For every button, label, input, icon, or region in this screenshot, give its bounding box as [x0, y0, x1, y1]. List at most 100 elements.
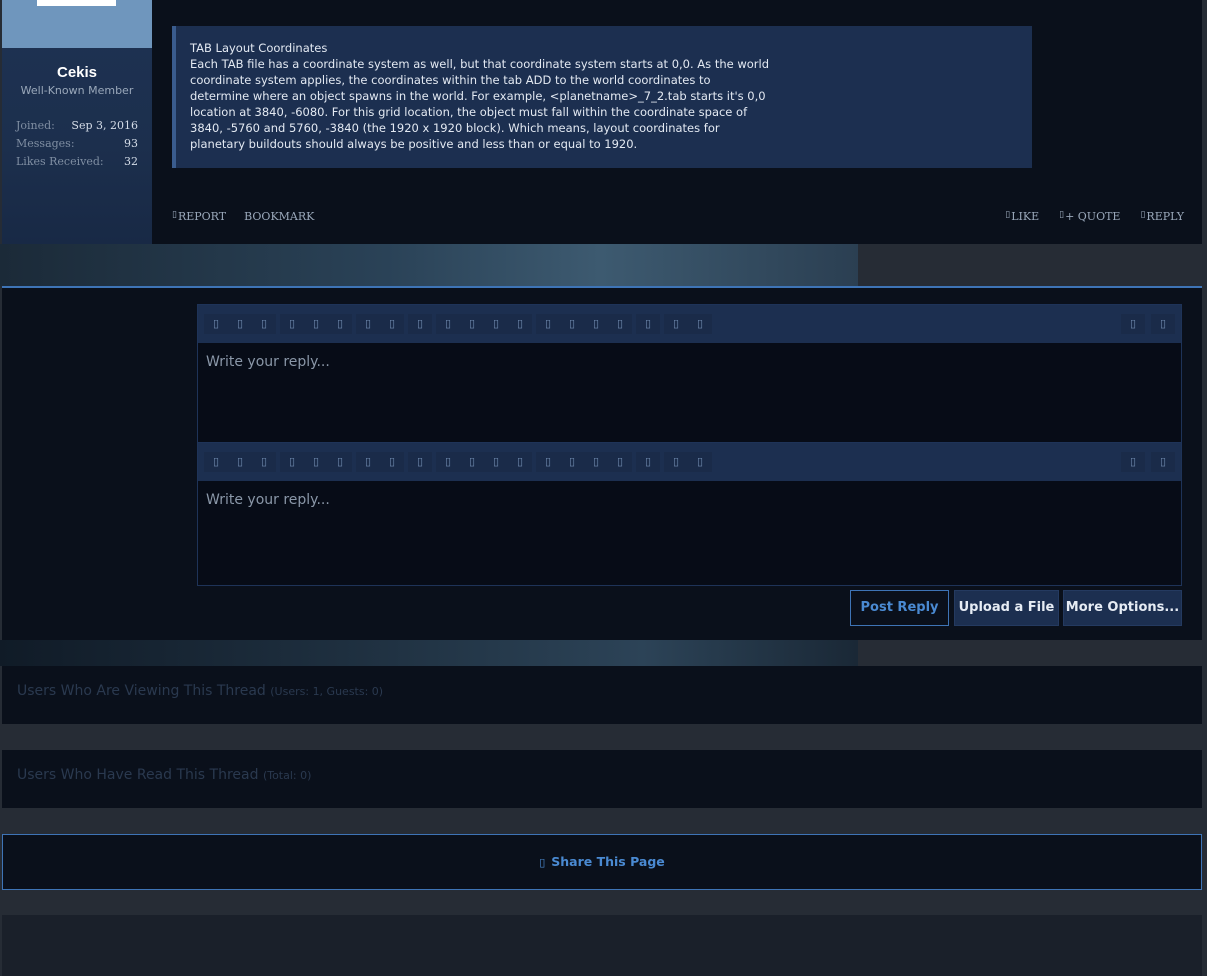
toolbar-button[interactable]: ▯	[204, 452, 228, 472]
toolbar-button[interactable]: ▯	[408, 314, 432, 334]
toolbar-button[interactable]: ▯	[688, 452, 712, 472]
quick-reply: ▯ ▯ ▯ ▯ ▯ ▯ ▯ ▯ ▯ ▯ ▯ ▯ ▯ ▯ ▯ ▯ ▯ ▯ ▯ ▯	[2, 286, 1202, 640]
users-read-title: Users Who Have Read This Thread (Total: …	[17, 767, 311, 783]
toolbar-button[interactable]: ▯	[484, 452, 508, 472]
rich-editor: ▯ ▯ ▯ ▯ ▯ ▯ ▯ ▯ ▯ ▯ ▯ ▯ ▯ ▯ ▯ ▯ ▯ ▯ ▯ ▯	[197, 442, 1182, 586]
post-actions: ▯REPORT BOOKMARK ▯LIKE ▯+ QUOTE ▯REPLY	[172, 210, 1184, 226]
quote-label: + QUOTE	[1065, 210, 1121, 223]
toolbar-button[interactable]: ▯	[636, 314, 660, 334]
users-read-block: Users Who Have Read This Thread (Total: …	[2, 750, 1202, 808]
toolbar-button[interactable]: ▯	[328, 314, 352, 334]
quote-title: TAB Layout Coordinates	[190, 41, 328, 55]
upload-file-button[interactable]: Upload a File	[954, 590, 1059, 626]
share-icon: ▯	[539, 856, 546, 869]
toolbar-button[interactable]: ▯	[380, 314, 404, 334]
report-link[interactable]: ▯REPORT	[172, 210, 226, 223]
toolbar-button[interactable]: ▯	[560, 314, 584, 334]
toolbar-button[interactable]: ▯	[436, 452, 460, 472]
quote-body: Each TAB file has a coordinate system as…	[190, 57, 770, 151]
footer-block	[2, 915, 1202, 976]
toolbar-button[interactable]: ▯	[584, 314, 608, 334]
toolbar-button[interactable]: ▯	[1151, 452, 1175, 472]
toolbar-button[interactable]: ▯	[664, 314, 688, 334]
users-viewing-title: Users Who Are Viewing This Thread (Users…	[17, 683, 383, 699]
toolbar-button[interactable]: ▯	[304, 314, 328, 334]
stat-value: Sep 3, 2016	[71, 119, 138, 132]
stat-joined: Joined: Sep 3, 2016	[16, 117, 138, 135]
message-userbit: Cekis Well-Known Member Joined: Sep 3, 2…	[2, 0, 152, 244]
toolbar-button[interactable]: ▯	[460, 314, 484, 334]
toolbar-button[interactable]: ▯	[1121, 314, 1145, 334]
toolbar-button[interactable]: ▯	[228, 314, 252, 334]
user-stats: Joined: Sep 3, 2016 Messages: 93 Likes R…	[16, 117, 138, 171]
toolbar-button[interactable]: ▯	[536, 452, 560, 472]
reply-link[interactable]: ▯REPLY	[1140, 210, 1184, 223]
toolbar-button[interactable]: ▯	[608, 314, 632, 334]
like-label: LIKE	[1011, 210, 1040, 223]
toolbar-button[interactable]: ▯	[436, 314, 460, 334]
reply-icon: ▯	[1140, 210, 1146, 220]
reply-input[interactable]: Write your reply...	[198, 481, 1181, 585]
toolbar-group-left: ▯ ▯ ▯ ▯ ▯ ▯ ▯ ▯ ▯ ▯ ▯ ▯ ▯ ▯ ▯ ▯ ▯ ▯ ▯ ▯	[204, 452, 712, 472]
toolbar-button[interactable]: ▯	[408, 452, 432, 472]
toolbar-button[interactable]: ▯	[356, 314, 380, 334]
editor-toolbar: ▯ ▯ ▯ ▯ ▯ ▯ ▯ ▯ ▯ ▯ ▯ ▯ ▯ ▯ ▯ ▯ ▯ ▯ ▯ ▯	[198, 305, 1181, 343]
toolbar-button[interactable]: ▯	[380, 452, 404, 472]
users-viewing-block: Users Who Are Viewing This Thread (Users…	[2, 666, 1202, 724]
users-viewing-count: (Users: 1, Guests: 0)	[270, 685, 384, 698]
like-link[interactable]: ▯LIKE	[1005, 210, 1039, 223]
toolbar-button[interactable]: ▯	[636, 452, 660, 472]
toolbar-button[interactable]: ▯	[664, 452, 688, 472]
toolbar-button[interactable]: ▯	[204, 314, 228, 334]
toolbar-button[interactable]: ▯	[280, 314, 304, 334]
more-options-button[interactable]: More Options...	[1063, 590, 1182, 626]
toolbar-button[interactable]: ▯	[252, 452, 276, 472]
share-page-button[interactable]: ▯ Share This Page	[2, 834, 1202, 890]
message-post: Cekis Well-Known Member Joined: Sep 3, 2…	[2, 0, 1202, 244]
stat-label: Joined:	[16, 119, 55, 132]
toolbar-button[interactable]: ▯	[328, 452, 352, 472]
toolbar-button[interactable]: ▯	[560, 452, 584, 472]
toolbar-button[interactable]: ▯	[536, 314, 560, 334]
users-read-heading: Users Who Have Read This Thread	[17, 767, 259, 783]
quote-link[interactable]: ▯+ QUOTE	[1059, 210, 1120, 223]
quote-box: TAB Layout Coordinates Each TAB file has…	[172, 26, 1032, 168]
toolbar-button[interactable]: ▯	[460, 452, 484, 472]
toolbar-button[interactable]: ▯	[584, 452, 608, 472]
toolbar-button[interactable]: ▯	[608, 452, 632, 472]
avatar[interactable]	[37, 0, 116, 6]
toolbar-button[interactable]: ▯	[688, 314, 712, 334]
like-icon: ▯	[1005, 210, 1011, 220]
toolbar-button[interactable]: ▯	[484, 314, 508, 334]
toolbar-button[interactable]: ▯	[508, 452, 532, 472]
toolbar-button[interactable]: ▯	[508, 314, 532, 334]
toolbar-group-left: ▯ ▯ ▯ ▯ ▯ ▯ ▯ ▯ ▯ ▯ ▯ ▯ ▯ ▯ ▯ ▯ ▯ ▯ ▯ ▯	[204, 314, 712, 334]
user-title: Well-Known Member	[20, 84, 134, 97]
report-label: REPORT	[177, 210, 227, 223]
stat-messages: Messages: 93	[16, 135, 138, 153]
post-reply-button[interactable]: Post Reply	[850, 590, 949, 626]
toolbar-button[interactable]: ▯	[1151, 314, 1175, 334]
report-icon: ▯	[172, 210, 177, 220]
bookmark-link[interactable]: BOOKMARK	[244, 210, 314, 223]
toolbar-group-right: ▯ ▯	[1121, 452, 1175, 472]
rich-editor: ▯ ▯ ▯ ▯ ▯ ▯ ▯ ▯ ▯ ▯ ▯ ▯ ▯ ▯ ▯ ▯ ▯ ▯ ▯ ▯	[197, 304, 1182, 445]
toolbar-button[interactable]: ▯	[252, 314, 276, 334]
quote-icon: ▯	[1059, 210, 1065, 220]
toolbar-button[interactable]: ▯	[356, 452, 380, 472]
stat-label: Messages:	[16, 137, 75, 150]
toolbar-button[interactable]: ▯	[280, 452, 304, 472]
stat-value[interactable]: 93	[124, 135, 138, 153]
toolbar-button[interactable]: ▯	[1121, 452, 1145, 472]
share-label: Share This Page	[551, 854, 665, 869]
username[interactable]: Cekis	[2, 64, 152, 81]
toolbar-button[interactable]: ▯	[304, 452, 328, 472]
stat-value: 32	[124, 155, 138, 168]
reply-input[interactable]: Write your reply...	[198, 343, 1181, 445]
toolbar-group-right: ▯ ▯	[1121, 314, 1175, 334]
users-read-count: (Total: 0)	[262, 769, 312, 782]
editor-toolbar: ▯ ▯ ▯ ▯ ▯ ▯ ▯ ▯ ▯ ▯ ▯ ▯ ▯ ▯ ▯ ▯ ▯ ▯ ▯ ▯	[198, 443, 1181, 481]
avatar-area	[2, 0, 152, 48]
toolbar-button[interactable]: ▯	[228, 452, 252, 472]
stat-label: Likes Received:	[16, 155, 104, 168]
